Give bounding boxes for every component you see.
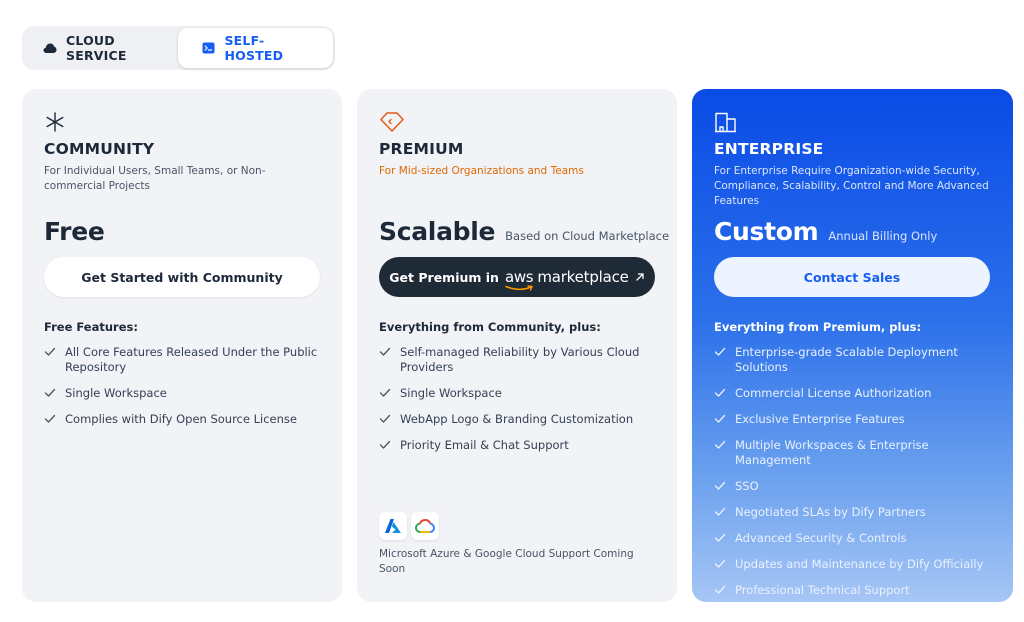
feature-item: WebApp Logo & Branding Customization [379,412,659,427]
tab-self-hosted[interactable]: SELF-HOSTED [178,28,333,68]
check-icon [714,481,726,490]
plan-card-community: COMMUNITY For Individual Users, Small Te… [22,89,342,602]
plan-price: Scalable [379,217,496,246]
check-icon [714,533,726,542]
check-icon [714,414,726,423]
tab-self-hosted-label: SELF-HOSTED [224,33,284,63]
feature-item: Advanced Security & Controls [714,531,994,546]
feature-item: Complies with Dify Open Source License [44,412,324,427]
feature-item: Updates and Maintenance by Dify Official… [714,557,994,572]
feature-text: Complies with Dify Open Source License [65,412,297,426]
check-icon [379,414,391,423]
cloud-provider-logos [379,512,439,540]
check-icon [714,440,726,449]
feature-item: Single Workspace [44,386,324,401]
features-title: Everything from Premium, plus: [714,320,922,334]
building-icon [714,111,738,137]
asterisk-icon [44,111,66,137]
feature-text: Single Workspace [400,386,502,400]
check-icon [44,414,56,423]
check-icon [714,388,726,397]
aws-marketplace-logo: aws marketplace [504,268,629,291]
feature-item: Commercial License Authorization [714,386,994,401]
feature-item: All Core Features Released Under the Pub… [44,345,324,375]
check-icon [714,585,726,594]
features-title: Everything from Community, plus: [379,320,601,334]
price-row: Scalable Based on Cloud Marketplace [379,217,669,246]
plan-description: For Mid-sized Organizations and Teams [379,165,584,177]
feature-item: SSO [714,479,994,494]
feature-text: Enterprise-grade Scalable Deployment Sol… [735,345,958,374]
tab-cloud-service[interactable]: CLOUD SERVICE [24,28,178,68]
plan-name: PREMIUM [379,140,464,158]
feature-text: All Core Features Released Under the Pub… [65,345,318,374]
price-row: Free [44,217,105,246]
price-note: Based on Cloud Marketplace [505,229,670,243]
plan-name: COMMUNITY [44,140,155,158]
deployment-tabs: CLOUD SERVICE SELF-HOSTED [22,26,335,70]
feature-list: Self-managed Reliability by Various Clou… [379,345,659,464]
feature-text: Professional Technical Support [735,583,910,597]
price-note: Annual Billing Only [828,229,938,243]
feature-text: Advanced Security & Controls [735,531,907,545]
plan-name: ENTERPRISE [714,140,824,158]
check-icon [379,347,391,356]
feature-item: Exclusive Enterprise Features [714,412,994,427]
check-icon [379,388,391,397]
feature-list: All Core Features Released Under the Pub… [44,345,324,438]
feature-item: Professional Technical Support [714,583,994,598]
plan-price: Custom [714,217,819,246]
diamond-tag-icon [379,111,405,137]
feature-text: SSO [735,479,759,493]
feature-text: Priority Email & Chat Support [400,438,569,452]
cta-prefix: Get Premium in [389,269,499,285]
feature-list: Enterprise-grade Scalable Deployment Sol… [714,345,994,609]
feature-item: Multiple Workspaces & Enterprise Managem… [714,438,994,468]
feature-item: Priority Email & Chat Support [379,438,659,453]
check-icon [714,347,726,356]
feature-item: Enterprise-grade Scalable Deployment Sol… [714,345,994,375]
price-row: Custom Annual Billing Only [714,217,937,246]
feature-text: Self-managed Reliability by Various Clou… [400,345,640,374]
feature-text: Updates and Maintenance by Dify Official… [735,557,984,571]
cloud-icon [43,43,57,53]
feature-item: Negotiated SLAs by Dify Partners [714,505,994,520]
check-icon [379,440,391,449]
plan-card-enterprise: ENTERPRISE For Enterprise Require Organi… [692,89,1013,602]
get-started-community-button[interactable]: Get Started with Community [44,257,320,297]
check-icon [714,507,726,516]
plan-card-premium: PREMIUM For Mid-sized Organizations and … [357,89,677,602]
contact-sales-button[interactable]: Contact Sales [714,257,990,297]
plan-description: For Enterprise Require Organization-wide… [714,165,989,207]
arrow-up-right-icon [636,273,644,281]
coming-soon-note: Microsoft Azure & Google Cloud Support C… [379,548,634,575]
feature-item: Self-managed Reliability by Various Clou… [379,345,659,375]
get-premium-aws-button[interactable]: Get Premium in aws marketplace [379,257,655,297]
features-title: Free Features: [44,320,138,334]
marketplace-text: marketplace [537,268,629,286]
feature-text: Negotiated SLAs by Dify Partners [735,505,926,519]
check-icon [44,347,56,356]
feature-text: Multiple Workspaces & Enterprise Managem… [735,438,929,467]
check-icon [714,559,726,568]
feature-text: Single Workspace [65,386,167,400]
google-cloud-logo [411,512,439,540]
feature-text: Commercial License Authorization [735,386,932,400]
plan-description: For Individual Users, Small Teams, or No… [44,165,266,192]
aws-wordmark: aws [504,268,534,291]
feature-item: Single Workspace [379,386,659,401]
check-icon [44,388,56,397]
plan-price: Free [44,217,105,246]
aws-smile-icon [505,285,533,291]
azure-logo [379,512,407,540]
tab-cloud-service-label: CLOUD SERVICE [66,33,127,63]
feature-text: WebApp Logo & Branding Customization [400,412,634,426]
feature-text: Exclusive Enterprise Features [735,412,905,426]
terminal-icon [202,42,215,54]
aws-text: aws [504,268,534,286]
